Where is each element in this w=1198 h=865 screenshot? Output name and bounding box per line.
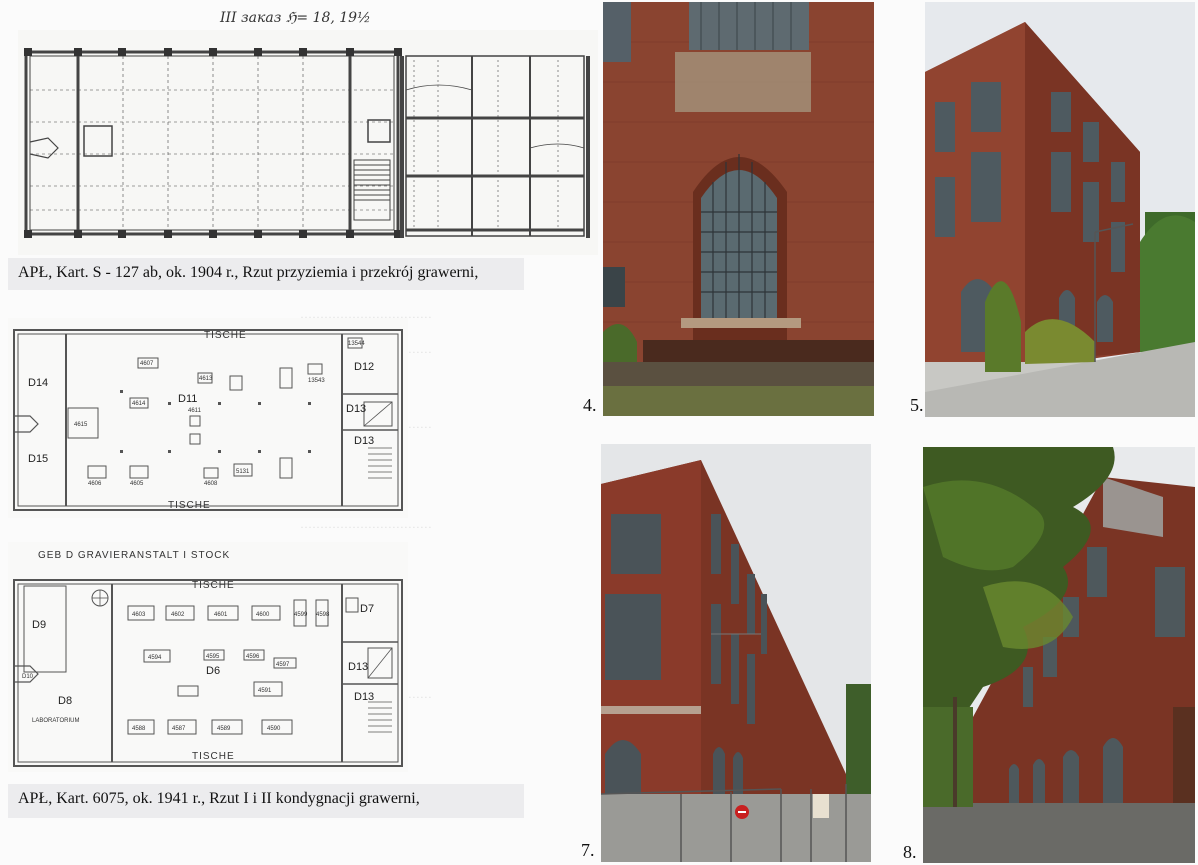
plan-first-floor-item: 4599 xyxy=(294,612,308,618)
header-note: III заказ ℌ= 18, 19½ xyxy=(219,10,371,26)
photo-number-8: 8. xyxy=(903,842,917,862)
plan-1904-svg xyxy=(24,48,590,238)
plan-ground-floor-tische-bottom: TISCHE xyxy=(168,500,211,511)
photo-8-street-view xyxy=(923,447,1195,863)
plan-first-floor-item: 4588 xyxy=(132,726,146,732)
plan-ground-floor-item: 4615 xyxy=(74,422,88,428)
plan-first-floor-item: 4596 xyxy=(246,654,260,660)
plan-first-floor-tische-bottom: TISCHE xyxy=(192,751,235,762)
photo-number-7: 7. xyxy=(581,840,595,860)
plan-first-floor-item: 4603 xyxy=(132,612,146,618)
plan-first-floor-item: 4589 xyxy=(217,726,231,732)
plan-first-floor-tische-top: TISCHE xyxy=(192,580,235,591)
photo-8-svg xyxy=(923,447,1195,863)
plan-first-floor-room-d6: D6 xyxy=(206,665,220,677)
plan-first-floor-room-d9: D9 xyxy=(32,619,46,631)
photo-number-5: 5. xyxy=(910,395,924,415)
caption-plan-1941: APŁ, Kart. 6075, ok. 1941 r., Rzut I i I… xyxy=(8,784,524,818)
plan-first-floor-item: 4591 xyxy=(258,688,272,694)
plan-ground-floor-item: 4607 xyxy=(140,361,154,367)
plan-ground-floor-item: 4606 xyxy=(88,481,102,487)
photo-7-svg xyxy=(601,444,871,862)
plan-ground-floor-room-d13a: D13 xyxy=(346,403,366,415)
plan-first-floor-room-d7: D7 xyxy=(360,603,374,615)
photo-5-svg xyxy=(925,2,1195,417)
photo-4-svg xyxy=(603,2,874,416)
plan-first-floor-item: 4600 xyxy=(256,612,270,618)
plan-ground-floor-item: 4613 xyxy=(199,376,213,382)
plan-ground-floor-room-d15: D15 xyxy=(28,453,48,465)
plan-ground-floor-item: 13544 xyxy=(348,341,365,347)
plan-ground-floor-item: 13543 xyxy=(308,378,325,384)
photo-5-corner-building xyxy=(925,2,1195,417)
plan-ground-floor-room-d11: D11 xyxy=(178,393,197,405)
plan-first-floor-item: 4590 xyxy=(267,726,281,732)
photo-7-long-facade xyxy=(601,444,871,862)
plan-first-floor-item: 4597 xyxy=(276,662,290,668)
plan-first-floor-room-d13b: D13 xyxy=(354,691,374,703)
plan-first-floor-item: 4595 xyxy=(206,654,220,660)
plan-first-floor-item: 4598 xyxy=(316,612,330,618)
plan-ground-floor-item: 4611 xyxy=(188,408,202,414)
plan-ground-floor-item: 4605 xyxy=(130,481,144,487)
plan-first-floor-title: GEB D GRAVIERANSTALT I STOCK xyxy=(38,550,230,561)
plan-ground-floor-item: 5131 xyxy=(236,469,250,475)
caption-plan-1904: APŁ, Kart. S - 127 ab, ok. 1904 r., Rzut… xyxy=(8,258,524,290)
photo-number-4: 4. xyxy=(583,395,597,415)
plan-first-floor-laboratorium: LABORATORIUM xyxy=(32,718,79,724)
plan-ground-floor-room-d12: D12 xyxy=(354,361,374,373)
plan-first-floor-svg: GEB D GRAVIERANSTALT I STOCK TISCHE TISC… xyxy=(13,550,403,767)
plan-first-floor-item: 4601 xyxy=(214,612,228,618)
header-note-text: III заказ ℌ= 18, 19½ xyxy=(219,10,371,26)
plan-first-floor-item: 4587 xyxy=(172,726,186,732)
plan-ground-floor-tische-top: TISCHE xyxy=(204,330,247,341)
plan-ground-floor-room-d14: D14 xyxy=(28,377,48,389)
photo-4-arched-window xyxy=(603,2,874,416)
plan-ground-floor-svg: TISCHE TISCHE D14 D15 D11 D12 D13 D13 46… xyxy=(13,329,403,511)
plan-ground-floor-drawing: TISCHE TISCHE D14 D15 D11 D12 D13 D13 46… xyxy=(8,318,408,518)
plan-first-floor-item: 4594 xyxy=(148,655,162,661)
plan-1904-drawing xyxy=(18,30,598,255)
plan-first-floor-drawing: GEB D GRAVIERANSTALT I STOCK TISCHE TISC… xyxy=(8,542,408,772)
plan-first-floor-room-d13a: D13 xyxy=(348,661,368,673)
plan-ground-floor-item: 4608 xyxy=(204,481,218,487)
plan-first-floor-item: 4602 xyxy=(171,612,185,618)
plan-ground-floor-room-d13b: D13 xyxy=(354,435,374,447)
plan-first-floor-room-d10: D10 xyxy=(22,674,34,680)
plan-first-floor-room-d8: D8 xyxy=(58,695,72,707)
plan-ground-floor-item: 4614 xyxy=(132,401,146,407)
